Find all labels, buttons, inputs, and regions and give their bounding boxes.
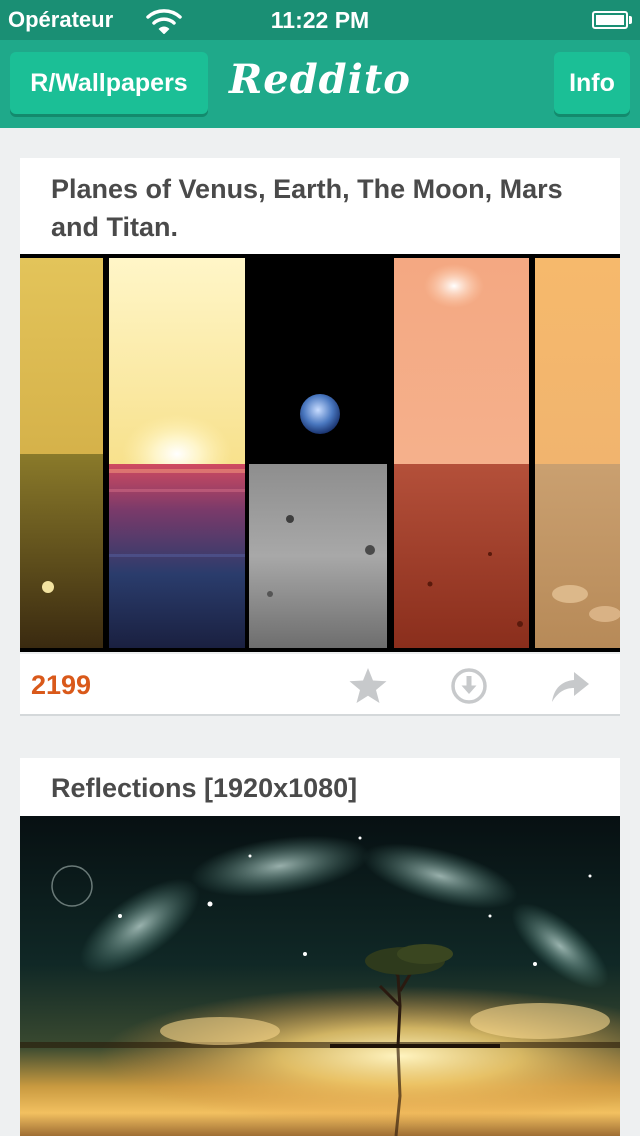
post-image[interactable] (20, 254, 620, 652)
app-logo: Reddito (229, 56, 411, 103)
download-icon[interactable] (447, 664, 491, 708)
post-title: Reflections [1920x1080] (51, 773, 358, 803)
planets-wallpaper-image (20, 258, 620, 648)
reflections-wallpaper-image (20, 816, 620, 1136)
subreddit-button[interactable]: R/Wallpapers (10, 52, 208, 114)
battery-tip (629, 16, 632, 24)
share-icon[interactable] (548, 664, 592, 708)
star-icon[interactable] (346, 664, 390, 708)
post-card[interactable]: Reflections [1920x1080] (20, 758, 620, 1136)
card-divider (20, 652, 620, 654)
nav-bar: R/Wallpapers Reddito Info (0, 40, 640, 128)
battery-icon (592, 11, 628, 29)
info-button[interactable]: Info (554, 52, 630, 114)
post-image[interactable] (20, 816, 620, 1136)
clock: 11:22 PM (270, 7, 370, 33)
status-bar: Opérateur 11:22 PM (0, 0, 640, 40)
post-title: Planes of Venus, Earth, The Moon, Mars a… (51, 174, 563, 242)
post-card[interactable]: Planes of Venus, Earth, The Moon, Mars a… (20, 158, 620, 714)
score-label: 2199 (31, 670, 92, 700)
